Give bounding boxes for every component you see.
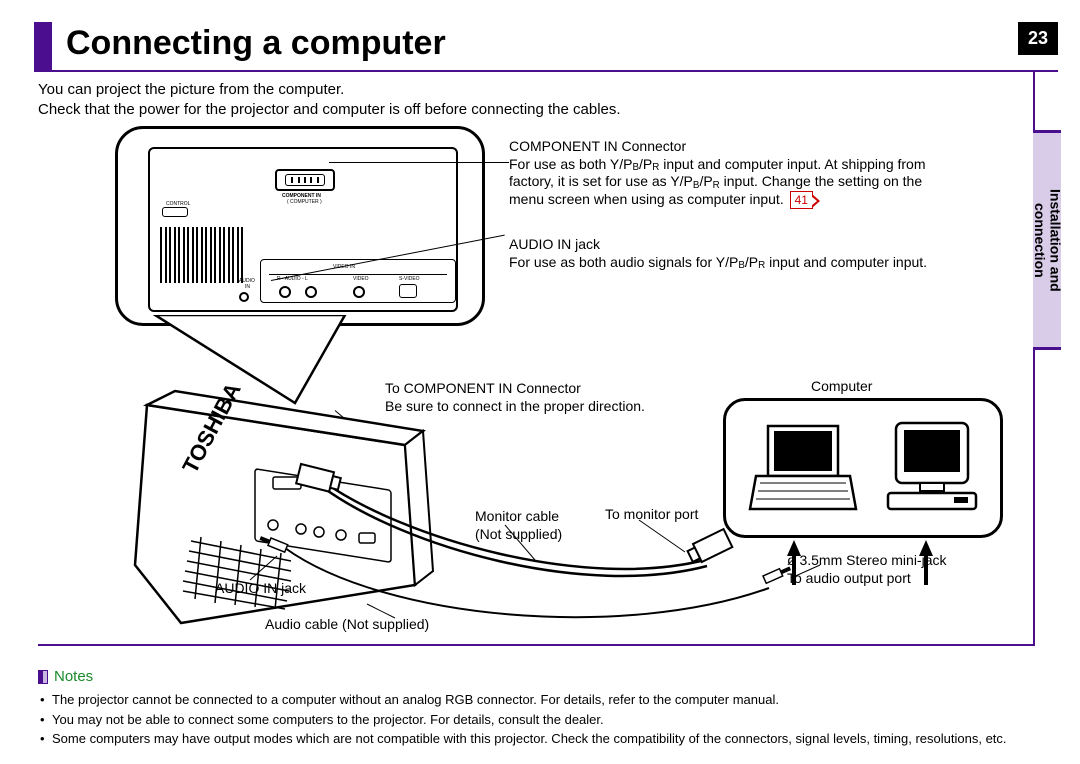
- stereo-jack-label: ø 3.5mm Stereo mini-jack To audio output…: [787, 552, 946, 587]
- section-tab: Installation and connection: [1033, 130, 1061, 350]
- to-monitor-port-label: To monitor port: [605, 506, 698, 524]
- monitor-cable-label: Monitor cable (Not supplied): [475, 508, 562, 543]
- page-number: 23: [1018, 22, 1058, 55]
- monitor-cable-l2: (Not supplied): [475, 526, 562, 544]
- notes-icon: [38, 670, 48, 684]
- notes-heading: Notes: [38, 668, 1050, 685]
- page-title: Connecting a computer: [52, 22, 460, 71]
- note-item: You may not be able to connect some comp…: [38, 711, 1050, 729]
- tab-line2: connection: [1032, 203, 1048, 278]
- stereo-l2: To audio output port: [787, 570, 946, 588]
- diagram-area: CONTROL COMPONENT IN ( COMPUTER ) AUDIO: [105, 120, 1025, 640]
- title-bar: Connecting a computer: [34, 22, 460, 71]
- tab-line1: Installation and: [1047, 189, 1063, 292]
- title-accent: [34, 22, 52, 71]
- notes-title: Notes: [54, 668, 93, 685]
- intro-line-2: Check that the power for the projector a…: [38, 100, 1000, 120]
- stereo-l1: ø 3.5mm Stereo mini-jack: [787, 552, 946, 570]
- top-rule: [34, 70, 1058, 72]
- monitor-cable-l1: Monitor cable: [475, 508, 562, 526]
- notes-section: Notes The projector cannot be connected …: [38, 668, 1050, 750]
- intro-line-1: You can project the picture from the com…: [38, 80, 1000, 100]
- note-item: Some computers may have output modes whi…: [38, 730, 1050, 748]
- audio-cable-label: Audio cable (Not supplied): [265, 616, 429, 634]
- notes-list: The projector cannot be connected to a c…: [38, 691, 1050, 748]
- section-tab-text: Installation and connection: [1032, 189, 1063, 292]
- audio-in-jack-label: AUDIO IN jack: [215, 580, 306, 598]
- note-item: The projector cannot be connected to a c…: [38, 691, 1050, 709]
- intro-text: You can project the picture from the com…: [38, 80, 1000, 121]
